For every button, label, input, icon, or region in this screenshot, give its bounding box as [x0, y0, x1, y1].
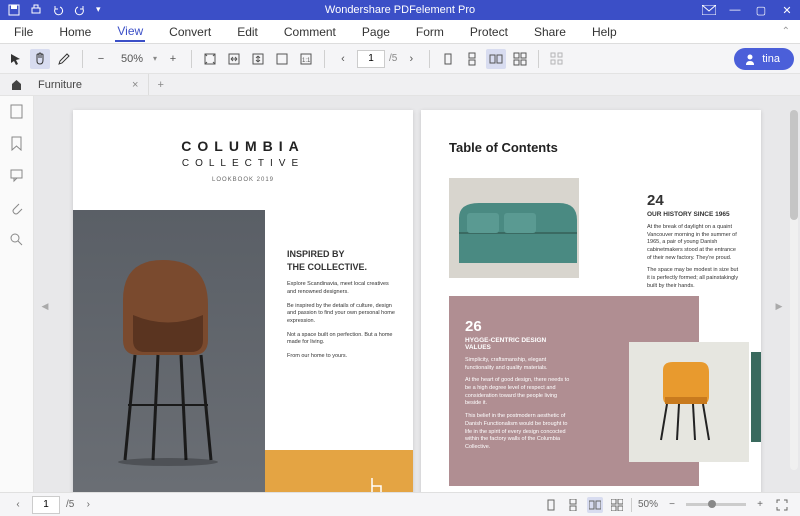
menu-help[interactable]: Help: [590, 23, 619, 41]
menu-home[interactable]: Home: [57, 23, 93, 41]
status-two-page-icon[interactable]: [587, 497, 603, 513]
two-page-icon[interactable]: [486, 49, 506, 69]
select-tool-icon[interactable]: [6, 49, 26, 69]
zoom-control: − 50% ▾ +: [91, 49, 183, 69]
toc-section-2: 26 HYGGE-CENTRIC DESIGN VALUES Simplicit…: [465, 318, 573, 457]
title-bar: ▾ Wondershare PDFelement Pro — ▢ ✕: [0, 0, 800, 20]
zoom-dropdown-icon[interactable]: ▾: [153, 54, 157, 63]
fit-height-icon[interactable]: [248, 49, 268, 69]
minimize-button[interactable]: —: [726, 1, 744, 19]
next-page-button[interactable]: ›: [401, 49, 421, 69]
fit-width-icon[interactable]: [224, 49, 244, 69]
menu-bar: File Home View Convert Edit Comment Page…: [0, 20, 800, 44]
fullscreen-icon[interactable]: [774, 497, 790, 513]
menu-convert[interactable]: Convert: [167, 23, 213, 41]
green-chair-edge: [751, 352, 761, 442]
document-tab[interactable]: Furniture ×: [28, 74, 149, 95]
status-next-page-button[interactable]: ›: [80, 497, 96, 513]
dropdown-icon[interactable]: ▾: [96, 4, 108, 16]
close-button[interactable]: ✕: [778, 1, 796, 19]
page-1: COLUMBIA COLLECTIVE LOOKBOOK 2019 INSPIR…: [73, 110, 413, 492]
status-single-page-icon[interactable]: [543, 497, 559, 513]
single-continuous-icon[interactable]: [462, 49, 482, 69]
edit-tool-icon[interactable]: [54, 49, 74, 69]
status-prev-page-button[interactable]: ‹: [10, 497, 26, 513]
zoom-out-button[interactable]: −: [91, 49, 111, 69]
menu-edit[interactable]: Edit: [235, 23, 260, 41]
status-two-continuous-icon[interactable]: [609, 497, 625, 513]
page-total: /5: [389, 53, 397, 64]
save-icon[interactable]: [8, 4, 20, 16]
attachments-panel-icon[interactable]: [8, 198, 26, 216]
thumbnail-view-icon[interactable]: [547, 49, 567, 69]
view-toolbar: − 50% ▾ + 1:1 ‹ /5 › tina: [0, 44, 800, 74]
hand-tool-icon[interactable]: [30, 49, 50, 69]
menu-comment[interactable]: Comment: [282, 23, 338, 41]
vertical-scrollbar[interactable]: [790, 110, 798, 470]
print-icon[interactable]: [30, 4, 42, 16]
next-spread-button[interactable]: ▶: [774, 294, 784, 318]
svg-text:1:1: 1:1: [302, 58, 311, 64]
status-zoom-out-button[interactable]: −: [664, 497, 680, 513]
hero-image: [73, 210, 265, 492]
document-canvas[interactable]: ◀ ▶ COLUMBIA COLLECTIVE LOOKBOOK 2019: [34, 96, 800, 492]
toc-title: Table of Contents: [421, 110, 761, 155]
scrollbar-thumb[interactable]: [790, 110, 798, 220]
search-panel-icon[interactable]: [8, 230, 26, 248]
toc-section-1: 24 OUR HISTORY SINCE 1965 At the break o…: [647, 192, 739, 296]
status-page-input[interactable]: [32, 496, 60, 514]
tab-strip: Furniture × +: [0, 74, 800, 96]
chair-illustration: [103, 240, 233, 470]
prev-page-button[interactable]: ‹: [333, 49, 353, 69]
user-icon: [744, 53, 756, 65]
brand-title-1: COLUMBIA: [73, 110, 413, 154]
mail-icon[interactable]: [700, 1, 718, 19]
page-2: Table of Contents 24 OUR HISTORY SINCE 1…: [421, 110, 761, 492]
zoom-in-button[interactable]: +: [163, 49, 183, 69]
app-title: Wondershare PDFelement Pro: [325, 4, 475, 16]
add-tab-button[interactable]: +: [149, 79, 171, 91]
collapse-ribbon-icon[interactable]: ⌃: [782, 26, 790, 37]
sidebar: [0, 96, 34, 492]
accent-block: [265, 450, 413, 492]
status-page-total: /5: [66, 499, 74, 510]
actual-size-icon[interactable]: [272, 49, 292, 69]
brand-title-2: COLLECTIVE: [73, 158, 413, 169]
orange-chair-image: [629, 342, 749, 462]
user-name: tina: [762, 53, 780, 65]
sofa-image: [449, 178, 579, 278]
lookbook-label: LOOKBOOK 2019: [73, 177, 413, 183]
page-number-input[interactable]: [357, 50, 385, 68]
menu-file[interactable]: File: [12, 23, 35, 41]
bookmarks-panel-icon[interactable]: [8, 134, 26, 152]
menu-protect[interactable]: Protect: [468, 23, 510, 41]
redo-icon[interactable]: [74, 4, 86, 16]
one-to-one-icon[interactable]: 1:1: [296, 49, 316, 69]
chair-logo-icon: [369, 476, 385, 492]
zoom-value[interactable]: 50%: [117, 53, 147, 65]
status-single-continuous-icon[interactable]: [565, 497, 581, 513]
menu-form[interactable]: Form: [414, 23, 446, 41]
zoom-slider[interactable]: [686, 503, 746, 506]
status-zoom-value: 50%: [638, 499, 658, 510]
single-page-icon[interactable]: [438, 49, 458, 69]
user-button[interactable]: tina: [734, 48, 794, 70]
menu-share[interactable]: Share: [532, 23, 568, 41]
two-continuous-icon[interactable]: [510, 49, 530, 69]
fit-page-icon[interactable]: [200, 49, 220, 69]
home-tab-icon[interactable]: [4, 74, 28, 95]
undo-icon[interactable]: [52, 4, 64, 16]
menu-page[interactable]: Page: [360, 23, 392, 41]
prev-spread-button[interactable]: ◀: [40, 294, 50, 318]
status-zoom-in-button[interactable]: +: [752, 497, 768, 513]
tab-close-icon[interactable]: ×: [132, 79, 138, 91]
tab-label: Furniture: [38, 79, 82, 91]
thumbnails-panel-icon[interactable]: [8, 102, 26, 120]
inspired-text-column: INSPIRED BYTHE COLLECTIVE. Explore Scand…: [287, 248, 395, 367]
status-bar: ‹ /5 › 50% − +: [0, 492, 800, 516]
maximize-button[interactable]: ▢: [752, 1, 770, 19]
comments-panel-icon[interactable]: [8, 166, 26, 184]
menu-view[interactable]: View: [115, 22, 145, 42]
